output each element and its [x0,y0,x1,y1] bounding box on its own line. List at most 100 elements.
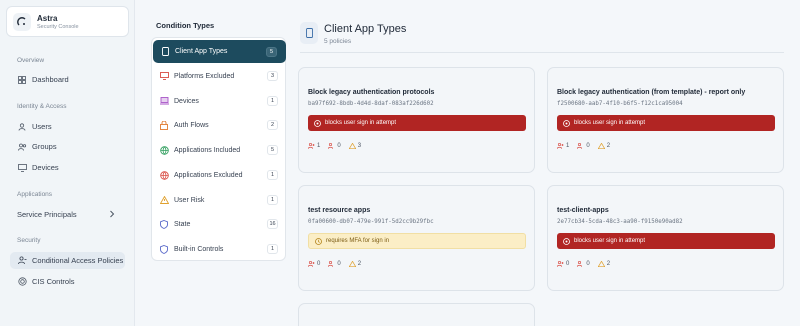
policy-card[interactable] [298,303,535,326]
stat-users: 0 [317,261,321,267]
policy-name: test resource apps [308,207,371,214]
stat-warnings: 2 [606,261,611,267]
section-label-security: Security [17,237,41,244]
policy-stats: 1 0 2 [557,143,618,149]
condition-item-built-in-controls[interactable]: Built-in Controls 1 [152,237,287,261]
sidebar-item-conditional-access-policies[interactable]: Conditional Access Policies [10,252,125,269]
sidebar-item-dashboard[interactable]: Dashboard [10,71,125,88]
warning-icon [348,261,356,267]
user-add-icon [308,143,315,149]
policy-id: f2500680-aab7-4f10-b6f5-f12c1ca95004 [557,101,683,107]
grant-control-badge: blocks user sign in attempt [557,233,775,249]
sidebar-item-label: Devices [32,163,59,172]
policy-id: 0fa00600-db07-479e-991f-5d2cc9b29fbc [308,219,434,225]
condition-label: Applications Excluded [174,171,243,179]
policy-card[interactable]: Block legacy authentication protocols ba… [298,67,535,173]
condition-label: Client App Types [175,48,228,55]
policy-name: Block legacy authentication protocols [308,89,435,96]
warning-icon [348,143,356,149]
page-title: Client App Types [324,23,407,35]
sidebar-item-label: CIS Controls [32,277,75,286]
stat-warnings: 2 [606,143,611,149]
sidebar: Astra Security Console Overview Dashboar… [0,0,135,326]
condition-item-platforms-excluded[interactable]: Platforms Excluded 3 [152,64,287,88]
grant-control-label: blocks user sign in attempt [325,120,397,126]
block-icon [563,237,570,245]
policy-card[interactable]: Block legacy authentication (from templa… [547,67,784,173]
block-icon [563,119,570,127]
sidebar-item-label: Groups [32,142,57,151]
policy-stats: 0 0 2 [557,261,618,267]
block-icon [314,119,321,127]
condition-types-title: Condition Types [156,21,215,30]
grant-control-badge: blocks user sign in attempt [308,115,526,131]
stat-users: 1 [566,143,570,149]
section-label-identity: Identity & Access [17,103,67,110]
tablet-icon [160,47,170,57]
condition-label: Auth Flows [174,121,209,129]
condition-item-user-risk[interactable]: User Risk 1 [152,188,287,212]
user-icon [17,122,27,132]
brand-subtitle: Security Console [37,23,79,30]
section-label-applications: Applications [17,191,53,198]
policy-count: 5 policies [324,38,352,45]
sidebar-item-users[interactable]: Users [10,118,125,135]
policy-stats: 0 0 2 [308,261,369,267]
laptop-icon [159,96,169,106]
condition-item-auth-flows[interactable]: Auth Flows 2 [152,113,287,137]
group-icon [577,143,584,149]
section-label-overview: Overview [17,57,45,64]
brand-title: Astra [37,13,58,23]
stat-users: 1 [317,143,321,149]
condition-count: 3 [267,71,278,81]
policy-name: test-client-apps [557,207,609,214]
shield-logo-icon [13,12,31,31]
grant-control-label: requires MFA for sign in [326,238,390,244]
sidebar-item-groups[interactable]: Groups [10,138,125,155]
monitor-icon [17,163,27,173]
policy-card[interactable]: test-client-apps 2e77cb34-5cda-48c3-aa90… [547,185,784,291]
policy-card[interactable]: test resource apps 0fa00600-db07-479e-99… [298,185,535,291]
policy-icon [17,256,27,266]
condition-label: Platforms Excluded [174,72,235,80]
user-add-icon [557,261,564,267]
sidebar-item-devices[interactable]: Devices [10,159,125,176]
sidebar-item-service-principals[interactable]: Service Principals [10,206,125,223]
group-icon [328,143,335,149]
sidebar-item-label: Users [32,122,52,131]
lock-icon [159,120,169,130]
brand-switcher[interactable]: Astra Security Console [6,6,129,37]
stat-users: 0 [566,261,570,267]
stat-warnings: 2 [357,261,362,267]
group-icon [577,261,584,267]
condition-count: 16 [267,219,278,229]
users-icon [17,142,27,152]
policy-stats: 1 0 3 [308,143,369,149]
shield-icon [159,244,169,254]
mfa-icon [315,237,322,245]
condition-item-applications-included[interactable]: Applications Included 5 [152,138,287,162]
divider [300,52,784,53]
condition-item-devices[interactable]: Devices 1 [152,89,287,113]
sidebar-item-label: Dashboard [32,75,69,84]
condition-item-state[interactable]: State 16 [152,212,287,236]
target-icon [17,277,27,287]
stat-groups: 0 [337,261,341,267]
sidebar-item-label: Conditional Access Policies [32,256,124,265]
warning-icon [159,195,169,205]
user-add-icon [557,143,564,149]
warning-icon [597,143,605,149]
stat-groups: 0 [586,143,590,149]
tablet-icon [300,22,318,44]
shield-icon [159,219,169,229]
grant-control-label: blocks user sign in attempt [574,120,646,126]
user-add-icon [308,261,315,267]
condition-count: 2 [267,120,278,130]
grant-control-badge: blocks user sign in attempt [557,115,775,131]
condition-item-client-app-types[interactable]: Client App Types 5 [153,40,286,63]
sidebar-item-cis-controls[interactable]: CIS Controls [10,273,125,290]
condition-item-applications-excluded[interactable]: Applications Excluded 1 [152,163,287,187]
stat-warnings: 3 [357,143,362,149]
stat-groups: 0 [337,143,341,149]
policy-name: Block legacy authentication (from templa… [557,89,746,96]
